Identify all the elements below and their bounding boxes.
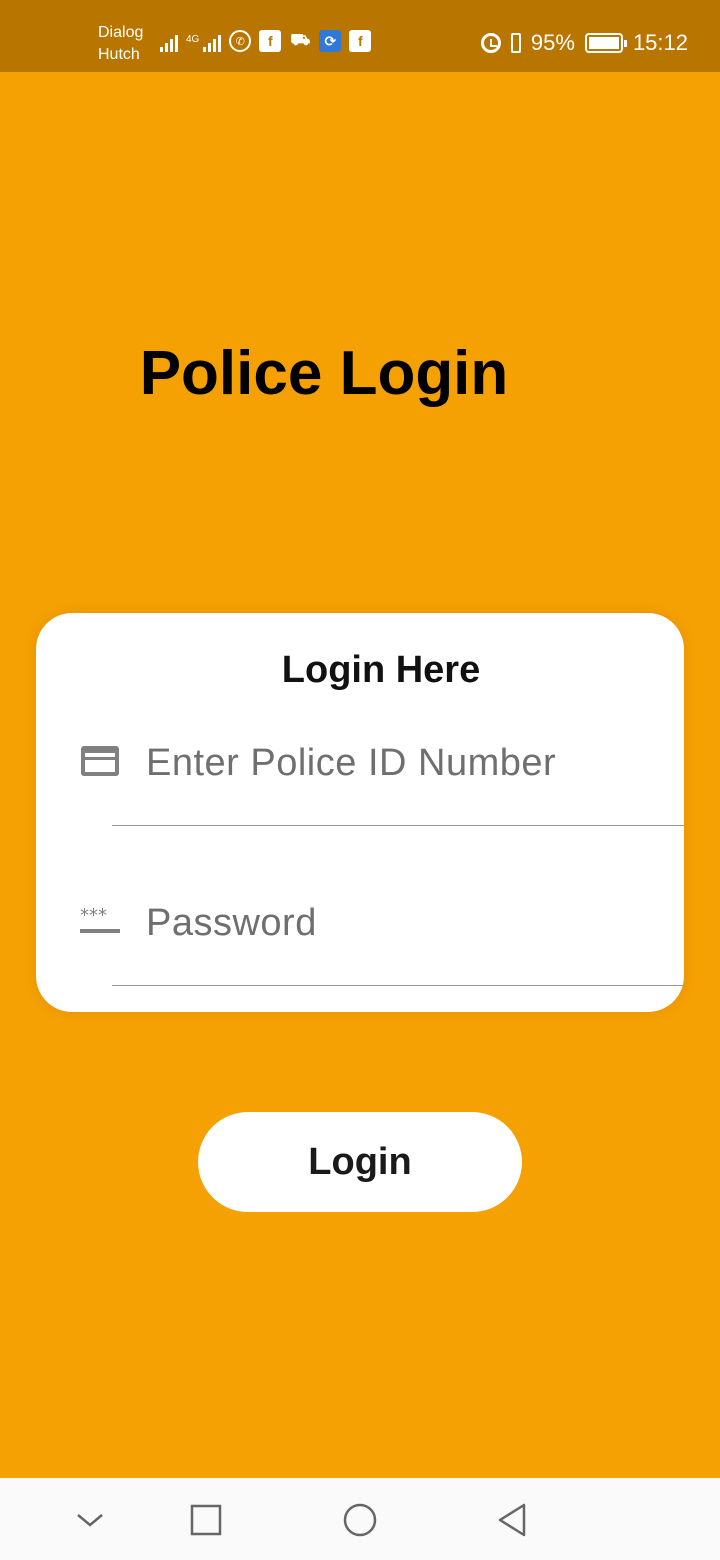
police-id-underline bbox=[112, 825, 684, 826]
collapse-icon[interactable] bbox=[68, 1498, 112, 1542]
facebook-icon: f bbox=[349, 30, 372, 52]
notification-icons: 4G ✆ f ⛟ ⟳ f bbox=[160, 30, 372, 52]
signal-4g-icon: 4G bbox=[186, 34, 222, 52]
system-status: 95% 15:12 bbox=[480, 30, 688, 56]
card-icon bbox=[81, 746, 119, 776]
battery-charging-icon bbox=[584, 33, 627, 53]
car-icon: ⛟ bbox=[290, 32, 311, 49]
whatsapp-icon: ✆ bbox=[229, 30, 252, 52]
back-icon[interactable] bbox=[490, 1498, 534, 1542]
recent-apps-icon[interactable] bbox=[184, 1498, 228, 1542]
police-id-input[interactable] bbox=[146, 723, 666, 803]
vibrate-icon bbox=[510, 33, 521, 53]
password-input[interactable] bbox=[146, 883, 666, 963]
svg-text:***: *** bbox=[80, 905, 107, 926]
login-card: Login Here *** bbox=[36, 613, 684, 1012]
password-icon: *** bbox=[80, 905, 120, 933]
status-bar: Dialog Hutch 4G ✆ f ⛟ ⟳ f 95% 15:12 bbox=[0, 0, 720, 72]
carrier-1: Dialog bbox=[98, 24, 144, 41]
home-icon[interactable] bbox=[338, 1498, 382, 1542]
alarm-icon bbox=[480, 33, 501, 53]
password-underline bbox=[112, 985, 684, 986]
clock: 15:12 bbox=[632, 30, 688, 55]
login-card-heading: Login Here bbox=[281, 649, 481, 691]
carrier-2: Hutch bbox=[98, 46, 140, 63]
sync-app-icon: ⟳ bbox=[319, 30, 342, 52]
signal-icon bbox=[160, 35, 178, 52]
carrier-names: Dialog Hutch bbox=[98, 22, 143, 66]
network-tag: 4G bbox=[186, 34, 200, 45]
battery-percent: 95% bbox=[530, 30, 575, 55]
page-title: Police Login bbox=[139, 339, 509, 408]
police-id-field bbox=[36, 723, 684, 826]
login-button[interactable]: Login bbox=[198, 1112, 522, 1212]
navigation-bar bbox=[0, 1478, 720, 1560]
facebook-icon: f bbox=[259, 30, 282, 52]
password-field: *** bbox=[36, 883, 684, 986]
